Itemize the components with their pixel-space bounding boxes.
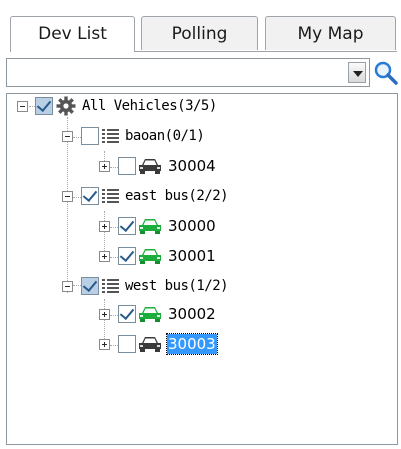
vehicle-tree: All Vehicles(3/5) baoan(0/1) 30004 east …: [6, 93, 398, 445]
tree-vehicle-row[interactable]: 30002: [7, 302, 387, 326]
list-icon: [102, 129, 119, 143]
vehicle-checkbox[interactable]: [118, 335, 136, 353]
tree-vehicle-row[interactable]: 30000: [7, 214, 387, 238]
vehicle-checkbox[interactable]: [118, 305, 136, 323]
vehicle-checkbox[interactable]: [118, 217, 136, 235]
tree-root-row[interactable]: All Vehicles(3/5): [7, 94, 387, 118]
dropdown-arrow-button[interactable]: [348, 62, 366, 83]
car-icon: [139, 249, 161, 264]
collapse-toggle[interactable]: [62, 281, 73, 292]
vehicle-label[interactable]: 30000: [168, 216, 216, 236]
tree-vehicle-row[interactable]: 30003: [7, 332, 387, 356]
gear-icon: [56, 96, 76, 116]
search-field: [6, 58, 370, 87]
group-checkbox[interactable]: [81, 187, 99, 205]
root-checkbox[interactable]: [35, 97, 53, 115]
collapse-toggle[interactable]: [62, 131, 73, 142]
vehicle-checkbox[interactable]: [118, 247, 136, 265]
car-icon: [139, 337, 161, 352]
list-icon: [102, 189, 119, 203]
tree-vehicle-row[interactable]: 30004: [7, 154, 387, 178]
tree-group-row[interactable]: baoan(0/1): [7, 124, 387, 148]
tab-dev-list[interactable]: Dev List: [10, 16, 135, 52]
tree-node-label[interactable]: baoan(0/1): [125, 126, 205, 146]
vehicle-label[interactable]: 30002: [168, 304, 216, 324]
expand-toggle[interactable]: [99, 251, 110, 262]
car-icon: [139, 159, 161, 174]
expand-toggle[interactable]: [99, 309, 110, 320]
tab-divider: [135, 51, 397, 52]
magnifier-icon[interactable]: [373, 60, 399, 86]
tab-polling[interactable]: Polling: [141, 16, 258, 50]
group-checkbox[interactable]: [81, 127, 99, 145]
tree-group-row[interactable]: west bus(1/2): [7, 274, 387, 298]
tab-strip: Dev List Polling My Map: [10, 16, 397, 52]
vehicle-label[interactable]: 30001: [168, 246, 216, 266]
list-icon: [102, 279, 119, 293]
tree-node-label[interactable]: All Vehicles(3/5): [82, 96, 217, 116]
vehicle-label[interactable]: 30004: [168, 156, 216, 176]
expand-toggle[interactable]: [99, 161, 110, 172]
tab-my-map[interactable]: My Map: [265, 16, 396, 50]
collapse-toggle[interactable]: [17, 101, 28, 112]
tree-node-label[interactable]: east bus(2/2): [125, 186, 229, 206]
car-icon: [139, 219, 161, 234]
collapse-toggle[interactable]: [62, 191, 73, 202]
vehicle-label-selected[interactable]: 30003: [166, 333, 218, 355]
tree-node-label[interactable]: west bus(1/2): [125, 276, 229, 296]
vehicle-checkbox[interactable]: [118, 157, 136, 175]
tree-vehicle-row[interactable]: 30001: [7, 244, 387, 268]
tree-group-row[interactable]: east bus(2/2): [7, 184, 387, 208]
group-checkbox[interactable]: [81, 277, 99, 295]
expand-toggle[interactable]: [99, 221, 110, 232]
search-input[interactable]: [7, 59, 345, 85]
expand-toggle[interactable]: [99, 339, 110, 350]
car-icon: [139, 307, 161, 322]
